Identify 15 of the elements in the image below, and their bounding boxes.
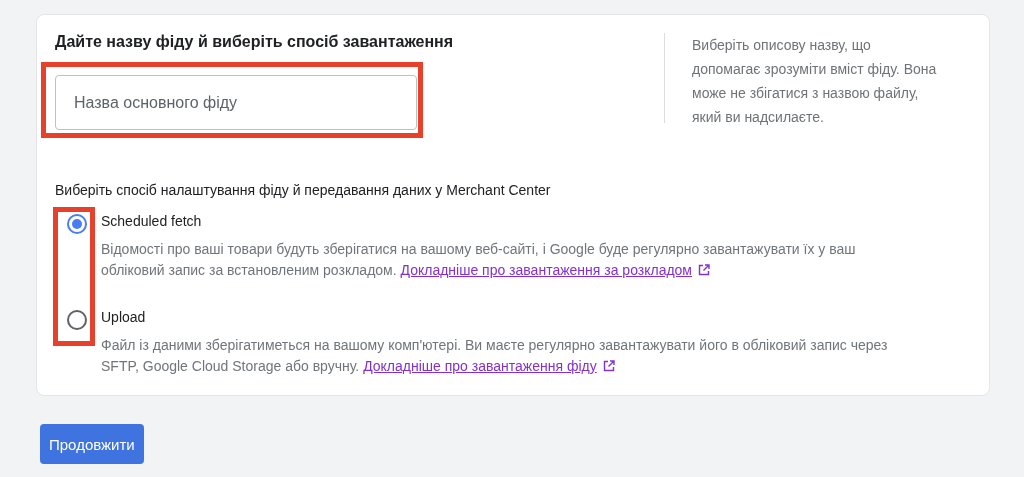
learn-more-link[interactable]: Докладніше про завантаження фіду [363,358,597,374]
external-link-icon [602,360,615,372]
continue-button[interactable]: Продовжити [40,424,144,464]
radio-button[interactable] [67,310,87,330]
learn-more-link[interactable]: Докладніше про завантаження за розкладом [400,262,692,278]
option-label: Scheduled fetch [101,213,202,229]
external-link-icon [698,264,710,276]
option-label: Upload [101,309,146,325]
radio-button[interactable] [67,214,87,234]
section-title: Дайте назву фіду й виберіть спосіб завантаження [55,33,454,51]
hint-text: Виберіть описову назву, що допомагає зрозуміти вміст фіду. Вона може не збігатися з назвою файлу, який ви надсилаєте. [692,36,938,127]
option-description: Відомості про ваші товари будуть зберігатися на вашому веб-сайті, і Google буде регулярно завантажувати їх у ваш обліковий запис за встановленим розкладом. Докладніше про завантаження за розкладом [101,240,857,280]
option-description: Файл із даними зберігатиметься на вашому комп'ютері. Ви маєте регулярно завантажувати його в обліковий запис через SFTP, Google Cloud Storage або вручну. Докладніше про завантаження фіду [101,336,889,376]
method-prompt: Виберіть спосіб налаштування фіду й передавання даних у Merchant Center [55,182,551,198]
feed-name-field[interactable]: Назва основного фіду [55,75,417,130]
